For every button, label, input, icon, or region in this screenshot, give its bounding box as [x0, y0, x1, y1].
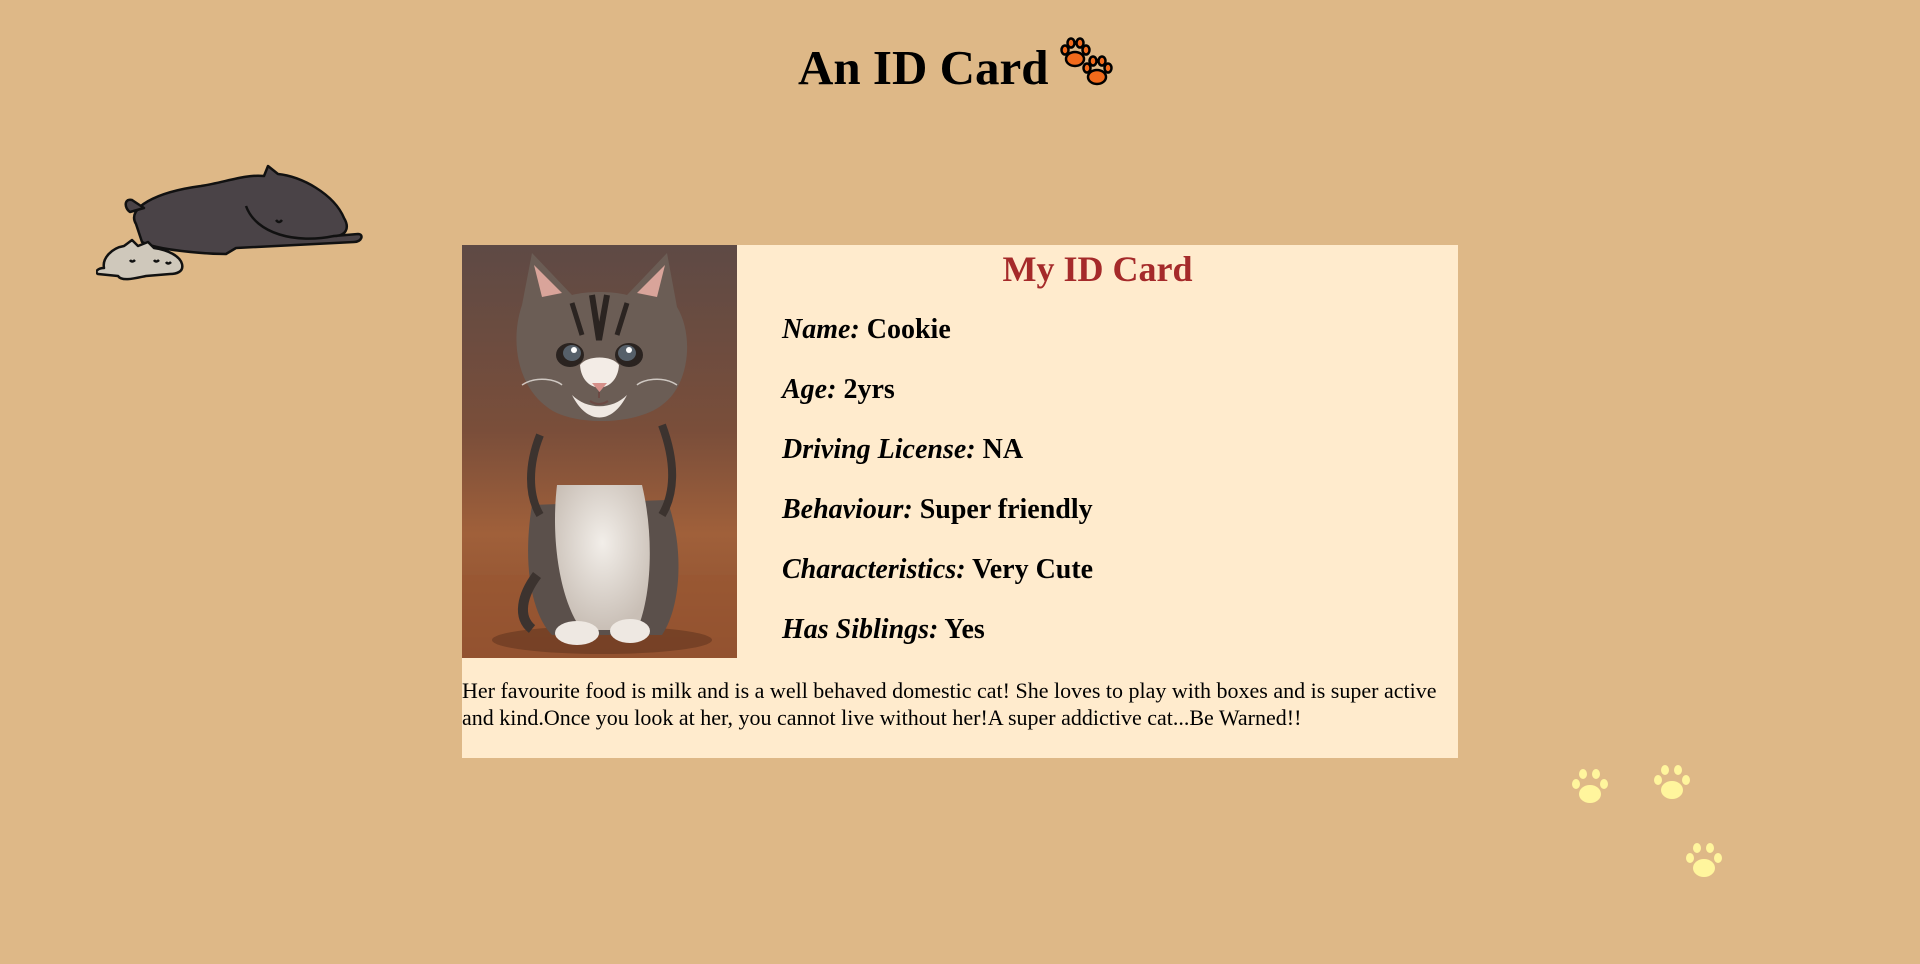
details-list: Name: Cookie Age: 2yrs Driving License: … — [782, 312, 1093, 672]
detail-characteristics: Characteristics: Very Cute — [782, 552, 1093, 612]
detail-label: Name: — [782, 314, 860, 345]
detail-behaviour: Behaviour: Super friendly — [782, 492, 1093, 552]
detail-value: Yes — [944, 614, 985, 645]
paw-print-icon — [1572, 769, 1608, 803]
sleeping-cats-icon — [96, 164, 363, 281]
detail-label: Driving License: — [782, 434, 976, 465]
detail-value: 2yrs — [843, 374, 895, 405]
detail-label: Has Siblings: — [782, 614, 939, 645]
detail-has-siblings: Has Siblings: Yes — [782, 612, 1093, 672]
detail-label: Behaviour: — [782, 494, 913, 525]
detail-value: Cookie — [866, 314, 951, 345]
paw-icon — [1060, 37, 1113, 86]
page: An ID Card My ID Card Name: Cookie Age: … — [0, 0, 1920, 964]
detail-value: Very Cute — [972, 554, 1094, 585]
page-title: An ID Card — [798, 40, 1049, 95]
detail-name: Name: Cookie — [782, 312, 1093, 372]
id-card: My ID Card Name: Cookie Age: 2yrs Drivin… — [462, 245, 1458, 758]
card-description: Her favourite food is milk and is a well… — [462, 678, 1437, 730]
card-heading: My ID Card — [1002, 249, 1193, 289]
paw-print-icon — [1686, 843, 1722, 877]
detail-value: NA — [982, 434, 1024, 465]
detail-label: Characteristics: — [782, 554, 966, 585]
kitten-photo — [462, 245, 737, 658]
detail-age: Age: 2yrs — [782, 372, 1093, 432]
detail-driving-license: Driving License: NA — [782, 432, 1093, 492]
paw-print-icon — [1654, 765, 1690, 799]
detail-label: Age: — [782, 374, 837, 405]
detail-value: Super friendly — [919, 494, 1093, 525]
